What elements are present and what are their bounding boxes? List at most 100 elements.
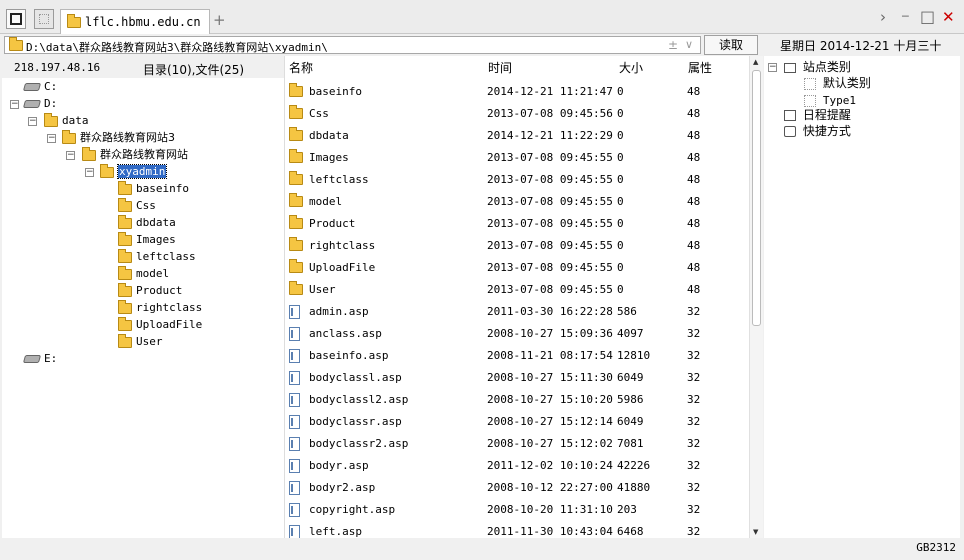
collapse-toggle[interactable]: − — [10, 100, 19, 109]
file-icon — [289, 327, 300, 341]
file-name: Css — [309, 107, 329, 120]
site-category[interactable]: 站点类别 — [784, 59, 851, 75]
table-row[interactable]: UploadFile 2013-07-08 09:45:55 0 48 — [285, 257, 749, 279]
table-row[interactable]: Css 2013-07-08 09:45:56 0 48 — [285, 103, 749, 125]
column-header-attr[interactable]: 属性 — [688, 59, 712, 76]
category-item-icon — [804, 77, 816, 90]
close-button[interactable]: ✕ — [942, 8, 955, 26]
table-row[interactable]: admin.asp 2011-03-30 16:22:28 586 32 — [285, 301, 749, 323]
tree-node-child[interactable]: dbdata — [118, 214, 176, 231]
collapse-toggle[interactable]: − — [66, 151, 75, 160]
collapse-toggle[interactable]: − — [28, 117, 37, 126]
scroll-thumb[interactable] — [752, 70, 761, 326]
folder-icon — [118, 197, 132, 212]
ip-address: 218.197.48.16 — [14, 61, 101, 74]
table-row[interactable]: copyright.asp 2008-10-20 11:31:10 203 32 — [285, 499, 749, 521]
column-header-name[interactable]: 名称 — [289, 59, 313, 76]
file-size: 0 — [617, 217, 624, 230]
right-panel: − 站点类别 默认类别 Type1 日程提醒 快捷方式 — [764, 56, 960, 538]
file-attr: 32 — [687, 459, 701, 472]
file-icon — [289, 459, 300, 473]
file-icon — [289, 393, 300, 407]
folder-icon — [118, 231, 132, 246]
maximize-button[interactable]: □ — [920, 8, 935, 26]
tree-node-child[interactable]: leftclass — [118, 248, 196, 265]
file-attr: 48 — [687, 107, 701, 120]
table-row[interactable]: dbdata 2014-12-21 11:22:29 0 48 — [285, 125, 749, 147]
table-row[interactable]: left.asp 2011-11-30 10:43:04 6468 32 — [285, 521, 749, 538]
collapse-toggle[interactable]: − — [47, 134, 56, 143]
tree-node-child[interactable]: Css — [118, 197, 156, 214]
folder-icon — [118, 316, 132, 331]
schedule-reminder[interactable]: 日程提醒 — [784, 107, 851, 123]
scroll-down-icon[interactable]: ▼ — [753, 528, 758, 536]
address-bar[interactable]: D:\data\群众路线教育网站3\群众路线教育网站\xyadmin\ ± ∨ — [4, 36, 701, 54]
column-header-size[interactable]: 大小 — [619, 59, 643, 76]
tree-node-c[interactable]: C: — [22, 79, 57, 95]
tree-node-child[interactable]: Images — [118, 231, 176, 248]
file-size: 0 — [617, 107, 624, 120]
vertical-scrollbar[interactable]: ▲ ▼ — [749, 56, 763, 538]
file-size: 42226 — [617, 459, 651, 472]
chevron-right-icon[interactable]: › — [880, 8, 886, 26]
read-button[interactable]: 读取 — [704, 35, 758, 55]
type1-category[interactable]: Type1 — [804, 92, 856, 108]
shortcuts[interactable]: 快捷方式 — [784, 123, 851, 139]
table-row[interactable]: bodyr2.asp 2008-10-12 22:27:00 41880 32 — [285, 477, 749, 499]
table-row[interactable]: User 2013-07-08 09:45:55 0 48 — [285, 279, 749, 301]
tree-node-child[interactable]: Product — [118, 282, 182, 299]
tree-node-child[interactable]: rightclass — [118, 299, 202, 316]
folder-icon — [289, 105, 303, 119]
address-input[interactable]: D:\data\群众路线教育网站3\群众路线教育网站\xyadmin\ — [26, 39, 328, 55]
table-row[interactable]: bodyclassr.asp 2008-10-27 15:12:14 6049 32 — [285, 411, 749, 433]
collapse-toggle[interactable]: − — [85, 168, 94, 177]
tree-node-e[interactable]: E: — [22, 351, 57, 367]
new-tab-button[interactable]: + — [213, 11, 226, 29]
file-name: Images — [309, 151, 349, 164]
tab-list-button[interactable] — [34, 9, 54, 29]
minimize-button[interactable]: ─ — [902, 8, 909, 26]
file-attr: 48 — [687, 151, 701, 164]
tree-node-child[interactable]: baseinfo — [118, 180, 189, 197]
file-time: 2011-03-30 16:22:28 — [487, 305, 613, 318]
file-size: 0 — [617, 173, 624, 186]
collapse-toggle[interactable]: − — [768, 63, 777, 72]
tree-node-child[interactable]: User — [118, 333, 163, 350]
table-row[interactable]: Product 2013-07-08 09:45:55 0 48 — [285, 213, 749, 235]
table-row[interactable]: bodyclassl2.asp 2008-10-27 15:10:20 5986 32 — [285, 389, 749, 411]
scroll-up-icon[interactable]: ▲ — [753, 58, 758, 66]
toggle-button[interactable]: ± — [668, 38, 678, 52]
folder-icon — [289, 149, 303, 163]
tree-node-child[interactable]: model — [118, 265, 169, 282]
sidebar-toggle-button[interactable] — [6, 9, 26, 29]
table-row[interactable]: bodyclassr2.asp 2008-10-27 15:12:02 7081 32 — [285, 433, 749, 455]
folder-icon — [118, 214, 132, 229]
tree-node-xyadmin[interactable]: xyadmin — [100, 163, 168, 180]
tab-active[interactable]: lflc.hbmu.edu.cn — [60, 9, 210, 34]
default-category[interactable]: 默认类别 — [804, 75, 871, 91]
file-icon — [289, 349, 300, 363]
file-size: 0 — [617, 239, 624, 252]
table-row[interactable]: bodyr.asp 2011-12-02 10:10:24 42226 32 — [285, 455, 749, 477]
tree-node-data[interactable]: data — [44, 112, 89, 129]
tree-node-child[interactable]: UploadFile — [118, 316, 202, 333]
table-row[interactable]: bodyclassl.asp 2008-10-27 15:11:30 6049 32 — [285, 367, 749, 389]
table-row[interactable]: Images 2013-07-08 09:45:55 0 48 — [285, 147, 749, 169]
table-row[interactable]: rightclass 2013-07-08 09:45:55 0 48 — [285, 235, 749, 257]
table-row[interactable]: model 2013-07-08 09:45:55 0 48 — [285, 191, 749, 213]
table-row[interactable]: leftclass 2013-07-08 09:45:55 0 48 — [285, 169, 749, 191]
table-row[interactable]: baseinfo.asp 2008-11-21 08:17:54 12810 32 — [285, 345, 749, 367]
tree-node-site[interactable]: 群众路线教育网站 — [82, 146, 188, 163]
file-size: 4097 — [617, 327, 644, 340]
table-row[interactable]: baseinfo 2014-12-21 11:21:47 0 48 — [285, 81, 749, 103]
file-name: copyright.asp — [309, 503, 396, 516]
tree-node-site3[interactable]: 群众路线教育网站3 — [62, 129, 175, 146]
tree-node-d[interactable]: D: — [22, 96, 57, 112]
file-size: 6049 — [617, 415, 644, 428]
file-attr: 48 — [687, 173, 701, 186]
table-row[interactable]: anclass.asp 2008-10-27 15:09:36 4097 32 — [285, 323, 749, 345]
dropdown-button[interactable]: ∨ — [685, 38, 693, 51]
file-size: 41880 — [617, 481, 651, 494]
column-header-time[interactable]: 时间 — [488, 59, 512, 76]
file-time: 2013-07-08 09:45:55 — [487, 195, 613, 208]
